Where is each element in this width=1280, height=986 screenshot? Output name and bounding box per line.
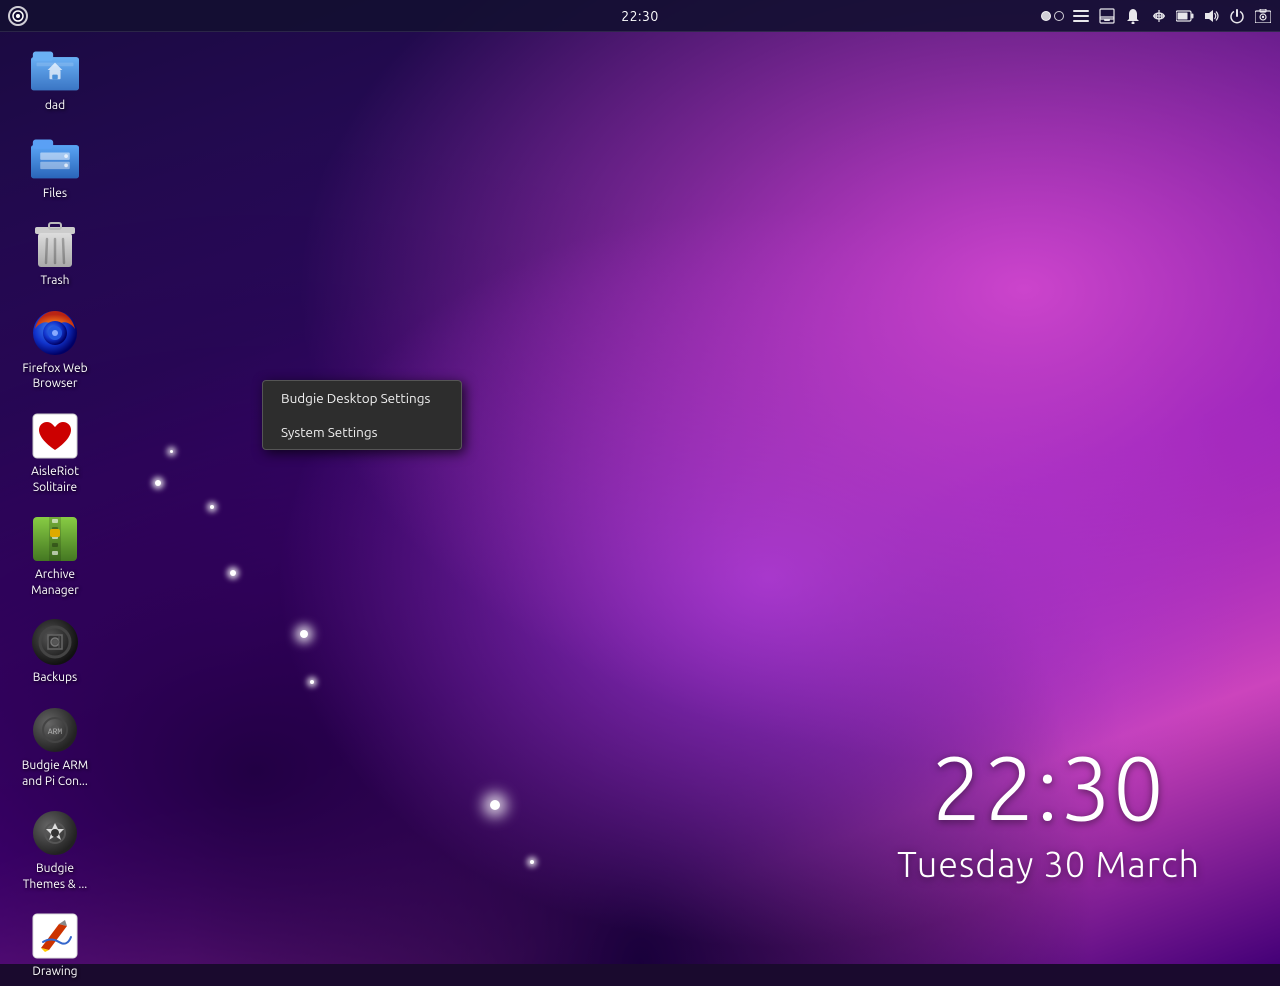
archive-manager-icon [31,515,79,563]
screenshot-icon[interactable] [1254,7,1272,25]
desktop-icon-dad[interactable]: dad [10,40,100,120]
workspace-dots [1041,11,1064,21]
budgie-menu-button[interactable] [8,6,28,26]
power-icon[interactable] [1228,7,1246,25]
dad-label: dad [45,98,65,114]
context-menu-budgie-desktop-settings[interactable]: Budgie Desktop Settings [263,381,461,415]
drawing-label: Drawing [32,964,77,980]
backups-icon [31,618,79,666]
solitaire-icon [31,412,79,460]
desktop-icon-backups[interactable]: Backups [10,612,100,692]
workspace-dot-2[interactable] [1054,11,1064,21]
files-tray-icon[interactable] [1098,7,1116,25]
battery-icon[interactable] [1176,7,1194,25]
clock-time-display: 22:30 [897,743,1200,833]
top-panel: 22:30 [0,0,1280,32]
trash-icon [31,221,79,269]
notifications-icon[interactable] [1124,7,1142,25]
panel-left [8,6,28,26]
clock-date-display: Tuesday 30 March [897,843,1200,884]
workspace-dot-1[interactable] [1041,11,1051,21]
hamburger-icon[interactable] [1072,7,1090,25]
volume-icon[interactable] [1202,7,1220,25]
desktop-icon-trash[interactable]: Trash [10,215,100,295]
trash-label: Trash [40,273,69,289]
budgiearm-icon: ARM [31,706,79,754]
firefox-label: Firefox Web Browser [14,361,96,392]
panel-clock: 22:30 [621,8,659,24]
desktop-icon-drawing[interactable]: Drawing [10,906,100,986]
context-menu: Budgie Desktop Settings System Settings [262,380,462,450]
panel-right [1041,7,1272,25]
desktop-icon-solitaire[interactable]: AisleRiot Solitaire [10,406,100,501]
drawing-icon [31,912,79,960]
network-icon[interactable] [1150,7,1168,25]
desktop-icon-firefox[interactable]: Firefox Web Browser [10,303,100,398]
budgiethemes-label: Budgie Themes & ... [14,861,96,892]
svg-text:ARM: ARM [48,728,63,737]
budgiearm-label: Budgie ARM and Pi Con... [14,758,96,789]
firefox-icon [31,309,79,357]
dad-folder-icon [31,46,79,94]
files-label: Files [43,186,67,202]
solitaire-label: AisleRiot Solitaire [14,464,96,495]
desktop-clock: 22:30 Tuesday 30 March [897,743,1200,884]
context-menu-system-settings[interactable]: System Settings [263,415,461,449]
budgiethemes-icon [31,809,79,857]
desktop-icon-archive[interactable]: Archive Manager [10,509,100,604]
archive-label: Archive Manager [14,567,96,598]
files-folder-icon [31,134,79,182]
desktop-icon-files[interactable]: Files [10,128,100,208]
desktop-icon-budgiethemes[interactable]: Budgie Themes & ... [10,803,100,898]
backups-label: Backups [33,670,78,686]
desktop-icon-budgiearm[interactable]: ARM Budgie ARM and Pi Con... [10,700,100,795]
desktop-icons-container: dad Files [10,40,100,986]
